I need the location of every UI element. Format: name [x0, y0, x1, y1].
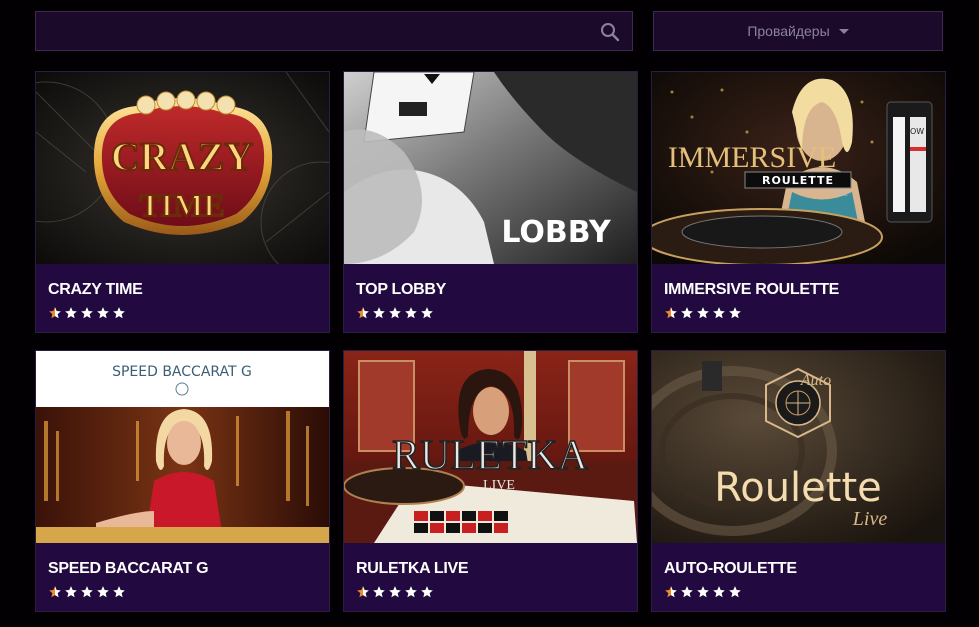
thumb-text-immersive: IMMERSIVE: [668, 141, 836, 174]
star-icon[interactable]: [64, 306, 78, 320]
star-icon[interactable]: [80, 306, 94, 320]
game-title: IMMERSIVE ROULETTE: [664, 281, 840, 298]
thumb-text-live: live: [836, 188, 849, 198]
game-info: SPEED BACCARAT G: [36, 543, 329, 611]
thumb-text-low: LOW: [906, 127, 924, 136]
top-lobby-artwork: LOBBY: [344, 72, 637, 264]
thumb-text-auto: Auto: [800, 372, 831, 389]
game-info: CRAZY TIME: [36, 264, 329, 332]
rating-stars[interactable]: [664, 585, 744, 599]
star-icon[interactable]: [680, 306, 694, 320]
star-icon[interactable]: [96, 585, 110, 599]
star-icon[interactable]: [712, 585, 726, 599]
star-icon[interactable]: [420, 585, 434, 599]
game-card-top-lobby[interactable]: LOBBY TOP LOBBY: [343, 71, 638, 333]
game-card-ruletka-live[interactable]: RULETKA LIVE RULETKA LIVE: [343, 350, 638, 612]
star-icon[interactable]: [664, 585, 678, 599]
game-card-crazy-time[interactable]: CRAZY TIME CRAZY TIME: [35, 71, 330, 333]
game-thumbnail[interactable]: LOW IMMERSIVE ROULETTE live: [652, 72, 945, 264]
game-thumbnail[interactable]: CRAZY TIME: [36, 72, 329, 264]
star-icon[interactable]: [404, 585, 418, 599]
rating-stars[interactable]: [664, 306, 744, 320]
star-icon[interactable]: [48, 585, 62, 599]
rating-stars[interactable]: [48, 585, 128, 599]
providers-label: Провайдеры: [747, 23, 830, 39]
star-icon[interactable]: [404, 306, 418, 320]
game-card-immersive-roulette[interactable]: LOW IMMERSIVE ROULETTE live IMMERSIVE RO…: [651, 71, 946, 333]
rating-stars[interactable]: [356, 306, 436, 320]
game-title: CRAZY TIME: [48, 281, 143, 298]
game-thumbnail[interactable]: LOBBY: [344, 72, 637, 264]
search-input[interactable]: [36, 12, 596, 50]
game-title: AUTO-ROULETTE: [664, 560, 797, 577]
ruletka-live-artwork: RULETKA LIVE: [344, 351, 637, 543]
star-icon[interactable]: [112, 306, 126, 320]
providers-dropdown[interactable]: Провайдеры: [653, 11, 943, 51]
rating-stars[interactable]: [356, 585, 436, 599]
thumb-text-live: Live: [852, 508, 888, 530]
star-icon[interactable]: [48, 306, 62, 320]
star-icon[interactable]: [356, 306, 370, 320]
thumb-text-live: LIVE: [483, 478, 515, 493]
star-icon[interactable]: [80, 585, 94, 599]
thumb-text-ruletka: RULETKA: [392, 433, 589, 479]
game-info: IMMERSIVE ROULETTE: [652, 264, 945, 332]
caret-down-icon: [838, 29, 849, 34]
star-icon[interactable]: [112, 585, 126, 599]
star-icon[interactable]: [728, 306, 742, 320]
star-icon[interactable]: [388, 585, 402, 599]
speed-baccarat-artwork: SPEED BACCARAT G: [36, 351, 329, 543]
immersive-roulette-artwork: LOW IMMERSIVE ROULETTE live: [652, 72, 945, 264]
star-icon[interactable]: [356, 585, 370, 599]
thumb-text-lobby: LOBBY: [501, 215, 612, 250]
star-icon[interactable]: [712, 306, 726, 320]
game-thumbnail[interactable]: SPEED BACCARAT G: [36, 351, 329, 543]
star-icon[interactable]: [664, 306, 678, 320]
auto-roulette-artwork: Auto Roulette Live: [652, 351, 945, 543]
game-thumbnail[interactable]: RULETKA LIVE: [344, 351, 637, 543]
star-icon[interactable]: [696, 306, 710, 320]
star-icon[interactable]: [372, 585, 386, 599]
star-icon[interactable]: [96, 306, 110, 320]
search-icon[interactable]: [600, 22, 620, 42]
crazy-time-artwork: CRAZY TIME: [36, 72, 329, 264]
star-icon[interactable]: [372, 306, 386, 320]
game-thumbnail[interactable]: Auto Roulette Live: [652, 351, 945, 543]
search-bar[interactable]: [35, 11, 633, 51]
game-card-auto-roulette[interactable]: Auto Roulette Live AUTO-ROULETTE: [651, 350, 946, 612]
game-title: SPEED BACCARAT G: [48, 560, 209, 577]
star-icon[interactable]: [420, 306, 434, 320]
thumb-text-speed-baccarat: SPEED BACCARAT G: [112, 364, 252, 380]
game-info: AUTO-ROULETTE: [652, 543, 945, 611]
rating-stars[interactable]: [48, 306, 128, 320]
thumb-text-roulette: ROULETTE: [762, 174, 834, 187]
thumb-text-crazy: CRAZY: [111, 134, 253, 179]
thumb-text-roulette: Roulette: [714, 465, 882, 511]
game-info: RULETKA LIVE: [344, 543, 637, 611]
game-title: RULETKA LIVE: [356, 560, 469, 577]
star-icon[interactable]: [680, 585, 694, 599]
star-icon[interactable]: [64, 585, 78, 599]
thumb-text-time: TIME: [139, 187, 224, 223]
game-info: TOP LOBBY: [344, 264, 637, 332]
game-card-speed-baccarat-g[interactable]: SPEED BACCARAT G SPEED BACCARAT G: [35, 350, 330, 612]
game-title: TOP LOBBY: [356, 281, 447, 298]
star-icon[interactable]: [388, 306, 402, 320]
star-icon[interactable]: [696, 585, 710, 599]
star-icon[interactable]: [728, 585, 742, 599]
game-lobby: Провайдеры CRAZY TIME CRAZY TIME LOBBY T…: [0, 0, 979, 627]
